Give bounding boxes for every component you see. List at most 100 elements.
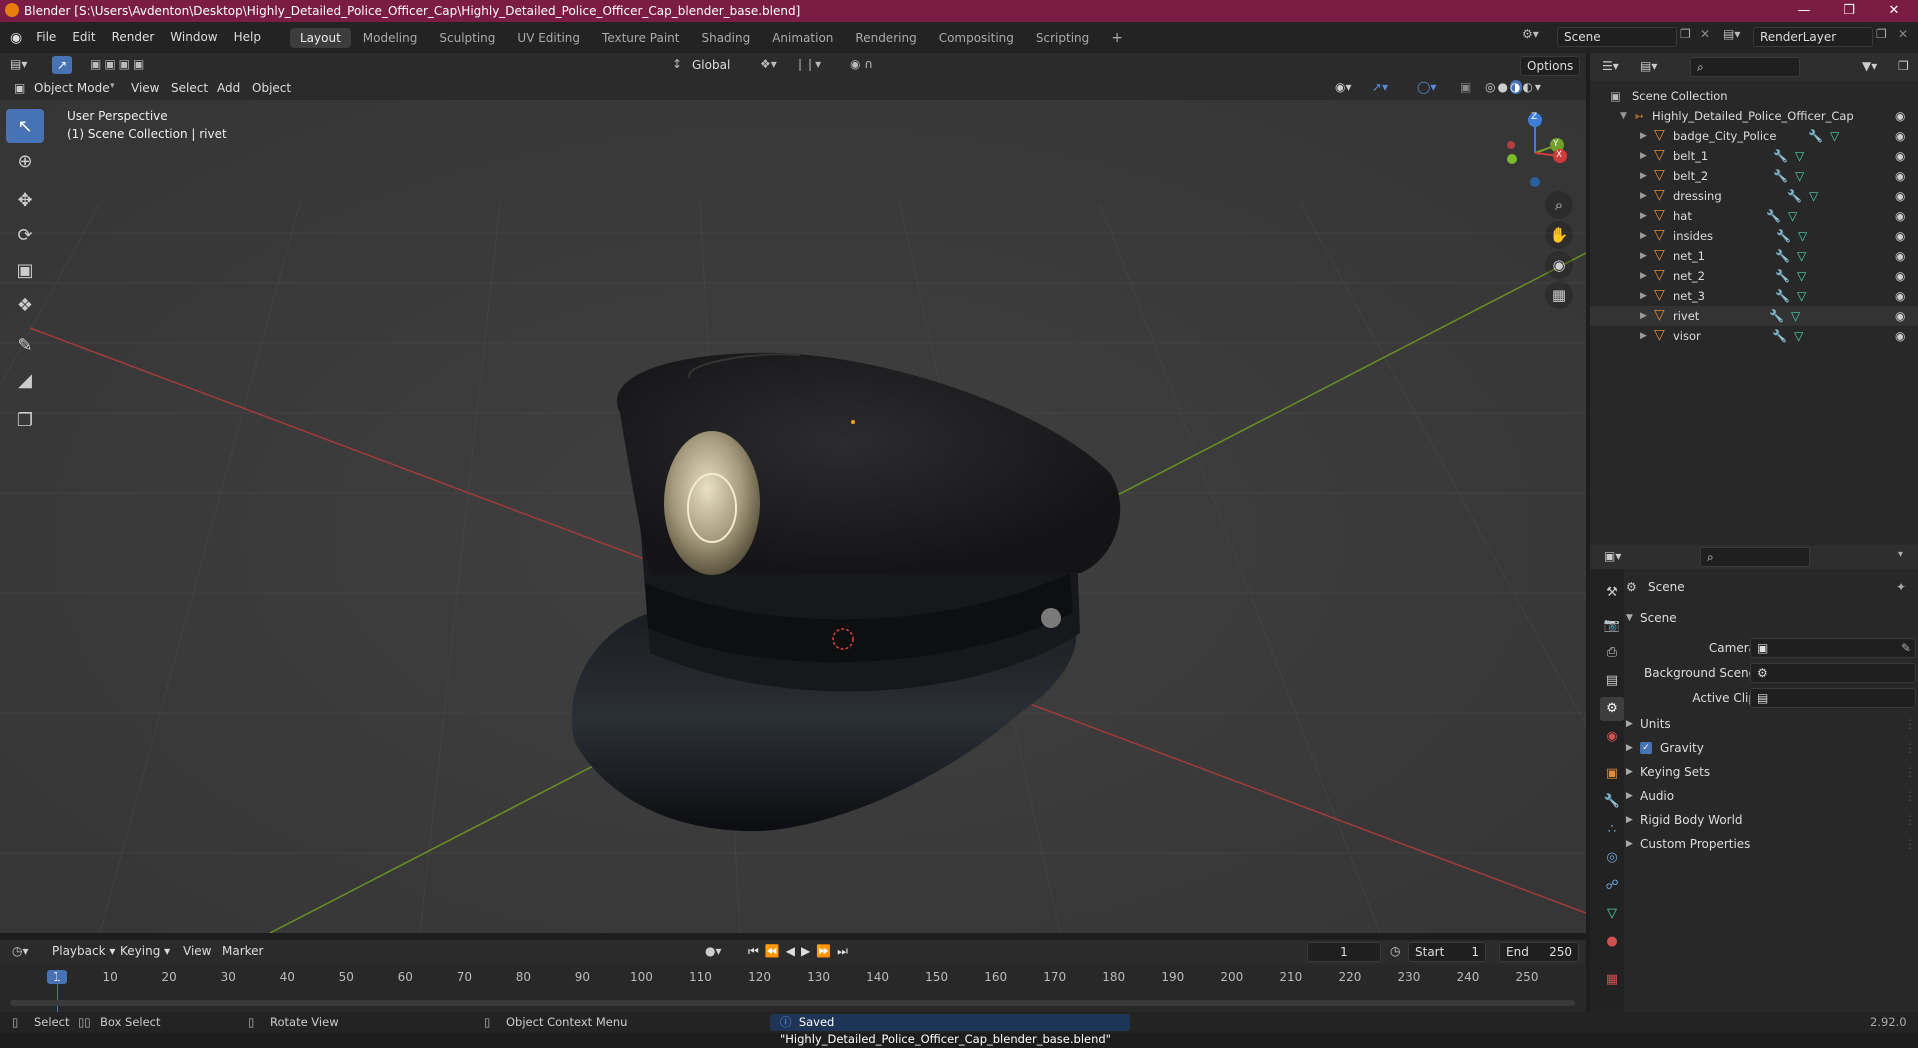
timeline-menu-marker[interactable]: Marker (222, 944, 263, 958)
modifier-icon[interactable]: 🔧 (1773, 146, 1788, 166)
select-box-tool[interactable]: ↖ (6, 109, 44, 143)
mesh-data-icon[interactable]: ▽ (1795, 146, 1804, 166)
modifier-icon[interactable]: 🔧 (1775, 266, 1790, 286)
physics-tab-icon[interactable]: ◎ (1600, 846, 1624, 870)
end-frame-field[interactable]: End 250 (1499, 942, 1579, 962)
outliner-collection[interactable]: ▼ ➳ Highly_Detailed_Police_Officer_Cap ◉ (1590, 106, 1918, 126)
modifier-icon[interactable]: 🔧 (1766, 206, 1781, 226)
expand-arrow-icon[interactable]: ▶ (1640, 266, 1647, 286)
delete-layer-icon[interactable]: ✕ (1898, 27, 1908, 41)
add-cube-tool[interactable]: ❐ (6, 403, 44, 437)
restore-icon[interactable]: ❐ (1830, 0, 1868, 22)
mesh-data-icon[interactable]: ▽ (1791, 306, 1800, 326)
material-tab-icon[interactable]: ● (1600, 930, 1624, 954)
object-tab-icon[interactable]: ▣ (1600, 762, 1624, 786)
timeline-menu-keying[interactable]: Keying ▾ (120, 944, 170, 958)
rotate-tool[interactable]: ⟳ (6, 218, 44, 252)
section-units[interactable]: ▶ Units ⋮⋮ (1626, 713, 1918, 735)
record-icon[interactable]: ●▾ (705, 944, 722, 958)
tab-uv-editing[interactable]: UV Editing (507, 28, 590, 48)
tab-layout[interactable]: Layout (289, 27, 351, 48)
timeline-scrollbar[interactable] (10, 1000, 1575, 1006)
scene-panel-header[interactable]: ▼ Scene (1626, 607, 1918, 629)
section-rigid-body-world[interactable]: ▶ Rigid Body World ⋮⋮ (1626, 809, 1918, 831)
save-notification[interactable]: ⓘ Saved "Highly_Detailed_Police_Officer_… (770, 1014, 1130, 1046)
playback-controls[interactable]: ⏮⏪◀▶⏩⏭ (748, 944, 854, 959)
modifier-icon[interactable]: 🔧 (1775, 286, 1790, 306)
tab-sculpting[interactable]: Sculpting (429, 28, 505, 48)
eye-icon[interactable]: ◉ (1895, 286, 1905, 306)
mesh-data-icon[interactable]: ▽ (1795, 166, 1804, 186)
expand-arrow-icon[interactable]: ▶ (1640, 166, 1647, 186)
object-mode-dropdown[interactable]: Object Mode (34, 81, 110, 95)
add-workspace-icon[interactable]: + (1101, 27, 1133, 49)
options-dropdown[interactable]: Options (1520, 56, 1580, 76)
expand-arrow-icon[interactable]: ▶ (1640, 286, 1647, 306)
modifier-icon[interactable]: 🔧 (1787, 186, 1802, 206)
measure-tool[interactable]: ◢ (6, 363, 44, 397)
outliner-scene-collection[interactable]: ▣ Scene Collection (1590, 86, 1918, 106)
menu-file[interactable]: File (28, 22, 64, 53)
transform-orientation-dropdown[interactable]: Global (686, 56, 746, 76)
eye-icon[interactable]: ◉ (1895, 186, 1905, 206)
data-tab-icon[interactable]: ▽ (1600, 902, 1624, 926)
display-mode-icon[interactable]: ▤▾ (1640, 59, 1657, 73)
current-frame-field[interactable]: 1 (1307, 942, 1381, 962)
modifier-icon[interactable]: 🔧 (1808, 126, 1823, 146)
outliner-object-hat[interactable]: ▶ ▽ hat 🔧 ▽ ◉ (1590, 206, 1918, 226)
outliner-search-input[interactable]: ⌕ (1690, 57, 1800, 77)
close-icon[interactable]: ✕ (1875, 0, 1913, 22)
output-tab-icon[interactable]: ⎙ (1600, 641, 1624, 665)
eye-icon[interactable]: ◉ (1895, 246, 1905, 266)
expand-arrow-icon[interactable]: ▶ (1640, 226, 1647, 246)
scene-selector[interactable]: Scene (1557, 27, 1677, 47)
start-frame-field[interactable]: Start 1 (1408, 942, 1486, 962)
drag-handle-icon[interactable]: ⋮⋮ (1904, 833, 1918, 855)
modifier-icon[interactable]: 🔧 (1772, 326, 1787, 346)
mesh-data-icon[interactable]: ▽ (1797, 286, 1806, 306)
annotate-tool[interactable]: ✎ (6, 328, 44, 362)
outliner-object-rivet[interactable]: ▶ ▽ rivet 🔧 ▽ ◉ (1590, 306, 1918, 326)
cursor-tool[interactable]: ⊕ (6, 144, 44, 178)
tab-animation[interactable]: Animation (762, 28, 843, 48)
camera-view-icon[interactable]: ◉ (1545, 251, 1573, 279)
outliner-object-dressing[interactable]: ▶ ▽ dressing 🔧 ▽ ◉ (1590, 186, 1918, 206)
mesh-data-icon[interactable]: ▽ (1798, 226, 1807, 246)
tab-shading[interactable]: Shading (691, 28, 760, 48)
outliner-object-insides[interactable]: ▶ ▽ insides 🔧 ▽ ◉ (1590, 226, 1918, 246)
select-mode-icons[interactable]: ▣▣▣▣ (90, 57, 147, 71)
world-tab-icon[interactable]: ◉ (1600, 725, 1624, 749)
drag-handle-icon[interactable]: ⋮⋮ (1904, 737, 1918, 759)
pan-hand-icon[interactable]: ✋ (1545, 221, 1573, 249)
drag-handle-icon[interactable]: ⋮⋮ (1904, 761, 1918, 783)
mesh-data-icon[interactable]: ▽ (1794, 326, 1803, 346)
drag-handle-icon[interactable]: ⋮⋮ (1904, 713, 1918, 735)
menu-window[interactable]: Window (162, 22, 225, 53)
timeline-editor-icon[interactable]: ◷▾ (12, 944, 29, 958)
select-tool-icon[interactable]: ↗ (52, 56, 72, 74)
visibility-icon[interactable]: ◉▾ (1335, 80, 1352, 94)
outliner-object-net-2[interactable]: ▶ ▽ net_2 🔧 ▽ ◉ (1590, 266, 1918, 286)
timeline-ruler[interactable]: 1102030405060708090100110120130140150160… (0, 964, 1586, 1012)
properties-editor-icon[interactable]: ▣▾ (1604, 549, 1621, 563)
render-tab-icon[interactable]: 📷 (1600, 614, 1624, 638)
outliner-object-net-3[interactable]: ▶ ▽ net_3 🔧 ▽ ◉ (1590, 286, 1918, 306)
pin-icon[interactable]: ✦ (1896, 576, 1906, 598)
section-audio[interactable]: ▶ Audio ⋮⋮ (1626, 785, 1918, 807)
eye-icon[interactable]: ◉ (1895, 146, 1905, 166)
mesh-data-icon[interactable]: ▽ (1797, 266, 1806, 286)
minimize-icon[interactable]: — (1785, 0, 1823, 22)
gizmo-toggle-icon[interactable]: ➚▾ (1372, 80, 1388, 94)
viewport-menu-select[interactable]: Select (171, 81, 208, 95)
new-collection-icon[interactable]: ❐ (1898, 59, 1909, 73)
tool-tab-icon[interactable]: ⚒ (1600, 581, 1624, 605)
zoom-icon[interactable]: ⌕ (1545, 191, 1573, 219)
transform-tool[interactable]: ❖ (6, 288, 44, 322)
viewport-menu-view[interactable]: View (131, 81, 159, 95)
timeline-menu-playback[interactable]: Playback ▾ (52, 944, 115, 958)
section-gravity[interactable]: ▶ ✓ Gravity ⋮⋮ (1626, 737, 1918, 759)
expand-arrow-icon[interactable]: ▶ (1640, 146, 1647, 166)
outliner-object-net-1[interactable]: ▶ ▽ net_1 🔧 ▽ ◉ (1590, 246, 1918, 266)
active-clip-field[interactable]: ▤ (1750, 688, 1916, 708)
viewport-menu-add[interactable]: Add (217, 81, 240, 95)
